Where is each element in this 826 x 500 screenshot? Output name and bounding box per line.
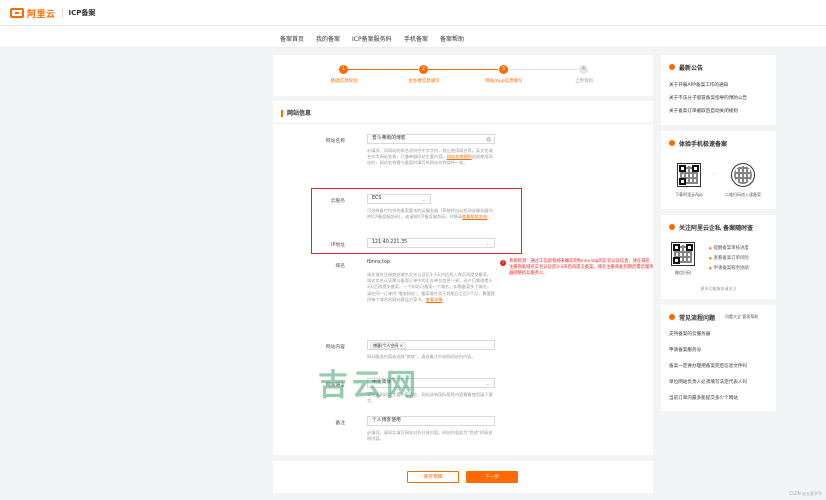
step-2-circle: 2 xyxy=(419,65,428,74)
brand-name: 阿里云 xyxy=(27,9,56,20)
section-divider xyxy=(273,123,653,124)
faq-link[interactable]: 申请备案服务号 xyxy=(669,347,701,353)
site-name-input[interactable]: 普斗弗雨的博客 × xyxy=(367,134,495,144)
top-bar: 阿里云 ICP备案 xyxy=(0,0,826,26)
phone-icon xyxy=(669,140,675,146)
step-connector xyxy=(348,69,418,70)
more-services-text: 更多功能服务请关注 xyxy=(700,286,737,291)
qr-corner xyxy=(673,244,680,251)
step-4-circle: 4 xyxy=(579,65,588,74)
tag-close-icon[interactable]: × xyxy=(400,343,403,348)
wechat-qr-code xyxy=(671,242,695,266)
error-icon: ! xyxy=(500,260,506,266)
logo-divider xyxy=(61,8,63,18)
wechat-scan-label: 微信扫码 xyxy=(675,270,691,275)
step-connector xyxy=(428,69,498,70)
faq-panel: 常见流程问题 问题大全 管家帮助 支持备案的云服务器 申请备案服务号 备案一定要… xyxy=(661,305,776,411)
faq-link[interactable]: 当前订单内最多能提交多少个网站 xyxy=(669,395,738,401)
arrow-icon: › xyxy=(713,171,715,176)
faq-link[interactable]: 备案一定要办理把备案完后信息文件吗 xyxy=(669,363,747,369)
qr-corner xyxy=(679,165,686,172)
app-qr-code xyxy=(677,163,701,187)
section-title: 网站信息 xyxy=(281,110,311,117)
follow-icon xyxy=(669,224,675,230)
next-step-button[interactable]: 下一步 xyxy=(466,471,518,483)
mini-program-code xyxy=(731,163,755,187)
follow-panel: 关注阿里云企私 备案随时查 微信扫码 提醒备案审核进度 查看备案订单风险 申请备… xyxy=(661,215,776,299)
nav-item-help[interactable]: 备案帮助 xyxy=(440,34,464,43)
site-name-hint: 必填项。同网站的命名须符合中文字符，禁止使用域名等。英文名域名作为网站名称，只兼… xyxy=(367,148,495,167)
follow-title: 关注阿里云企私 备案随时查 xyxy=(679,225,754,232)
faq-link[interactable]: 支持备案的云服务器 xyxy=(669,331,710,337)
announcement-link[interactable]: 关于开展APP备案工作的通知 xyxy=(669,82,728,88)
domain-detail-link[interactable]: 查看详情 xyxy=(426,297,443,302)
chevron-down-icon: ⌄ xyxy=(485,381,490,387)
progress-stepper: 1 2 3 4 基础信息校验 主办者信息填写 网站/App信息填写 上传资料 xyxy=(273,55,653,96)
question-icon xyxy=(669,314,675,320)
domain-value: fbnnx.top xyxy=(367,259,495,269)
nav-item-mobile[interactable]: 手机备案 xyxy=(404,34,428,43)
nav-item-service-code[interactable]: ICP备案服务码 xyxy=(352,34,392,43)
content-label: 网站内容 xyxy=(325,345,345,350)
step-3-circle: 3 xyxy=(499,65,508,74)
domain-hint: 请在域名注册商处域名实名认证后3-3天内信息入库后再提交备案。域名实名认证需与备… xyxy=(367,272,495,303)
domain-error-message: 系统检测：通过工信部系统未确实到fbnnx.top的实名认证信息，请在域名注册商… xyxy=(509,259,654,277)
qr-pattern xyxy=(734,166,752,184)
step-4-label: 上传资料 xyxy=(575,79,593,84)
step-3-label: 网站/App信息填写 xyxy=(485,79,523,84)
footnote: CSDN @五星学号 xyxy=(789,491,822,496)
announcement-link[interactable]: 关于备案订单截取后自动关闭规则 xyxy=(669,108,738,114)
feature-bullet: 申请备案服务协助 xyxy=(709,265,749,271)
announcement-link[interactable]: 关于不法分子假冒备案指导的预防公告 xyxy=(669,95,747,101)
remark-input[interactable]: 个人博客使用 xyxy=(367,416,495,426)
content-tag: 博客/个人空间 × xyxy=(370,341,406,349)
nav-item-home[interactable]: 备案首页 xyxy=(280,34,304,43)
app-download-label: 下载阿里云App xyxy=(675,192,703,197)
remark-hint: 必填项。请如实填写网站对外开放内容。网站内容若为"其他"时请说明内容。 xyxy=(367,430,493,442)
mini-program-label: 二维扫码进入速备案 xyxy=(725,192,761,197)
site-name-label: 网站名称 xyxy=(325,139,345,144)
site-name-value: 普斗弗雨的博客 xyxy=(372,136,406,141)
faq-title: 常见流程问题 xyxy=(679,315,716,322)
product-name: ICP备案 xyxy=(68,9,96,17)
qr-corner xyxy=(679,178,686,185)
qr-corner xyxy=(673,257,680,264)
site-name-rule-link[interactable]: 网站名称规则 xyxy=(447,154,472,159)
content-tag-text: 博客/个人空间 xyxy=(373,342,399,348)
domain-text: fbnnx.top xyxy=(367,260,391,265)
logo[interactable]: 阿里云 ICP备案 xyxy=(10,7,96,20)
step-connector xyxy=(508,69,578,70)
remark-label: 备注 xyxy=(335,421,345,426)
save-draft-button[interactable]: 保存草稿 xyxy=(407,471,459,483)
announcement-title: 最新公告 xyxy=(679,65,704,72)
qr-corner xyxy=(692,165,699,172)
nav-item-my-filing[interactable]: 我的备案 xyxy=(316,34,340,43)
domain-hint-end: 。 xyxy=(442,296,447,302)
feature-bullet: 提醒备案审核进度 xyxy=(709,245,749,251)
highlight-box xyxy=(311,188,522,254)
qr-corner xyxy=(686,244,693,251)
faq-all-link[interactable]: 问题大全 管家帮助 xyxy=(725,314,758,320)
step-1-label: 基础信息校验 xyxy=(330,79,358,84)
domain-label: 域名 xyxy=(335,264,345,269)
watermark: 吉云网 xyxy=(318,368,420,403)
clear-icon[interactable]: × xyxy=(486,137,491,142)
mobile-filing-panel: 体验手机极速备案 › 下载阿里云App 二维扫码进入速备案 xyxy=(661,131,776,209)
remark-value: 个人博客使用 xyxy=(372,418,401,423)
form-actions: 保存草稿 下一步 xyxy=(273,461,653,493)
content-select[interactable]: 博客/个人空间 × xyxy=(367,340,495,350)
feature-bullet: 查看备案订单风险 xyxy=(709,255,749,261)
mobile-title: 体验手机极速备案 xyxy=(679,141,728,148)
step-1-circle: 1 xyxy=(339,65,348,74)
aliyun-logo-icon xyxy=(10,8,24,18)
step-2-label: 主办者信息填写 xyxy=(408,79,440,84)
bell-icon xyxy=(669,64,675,70)
faq-link[interactable]: 单位网站负责人必须填写法定代表人吗 xyxy=(669,379,747,385)
main-nav: 备案首页 我的备案 ICP备案服务码 手机备案 备案帮助 xyxy=(0,26,826,48)
announcement-panel: 最新公告 关于开展APP备案工作的通知 关于不法分子假冒备案指导的预防公告 关于… xyxy=(661,55,776,125)
